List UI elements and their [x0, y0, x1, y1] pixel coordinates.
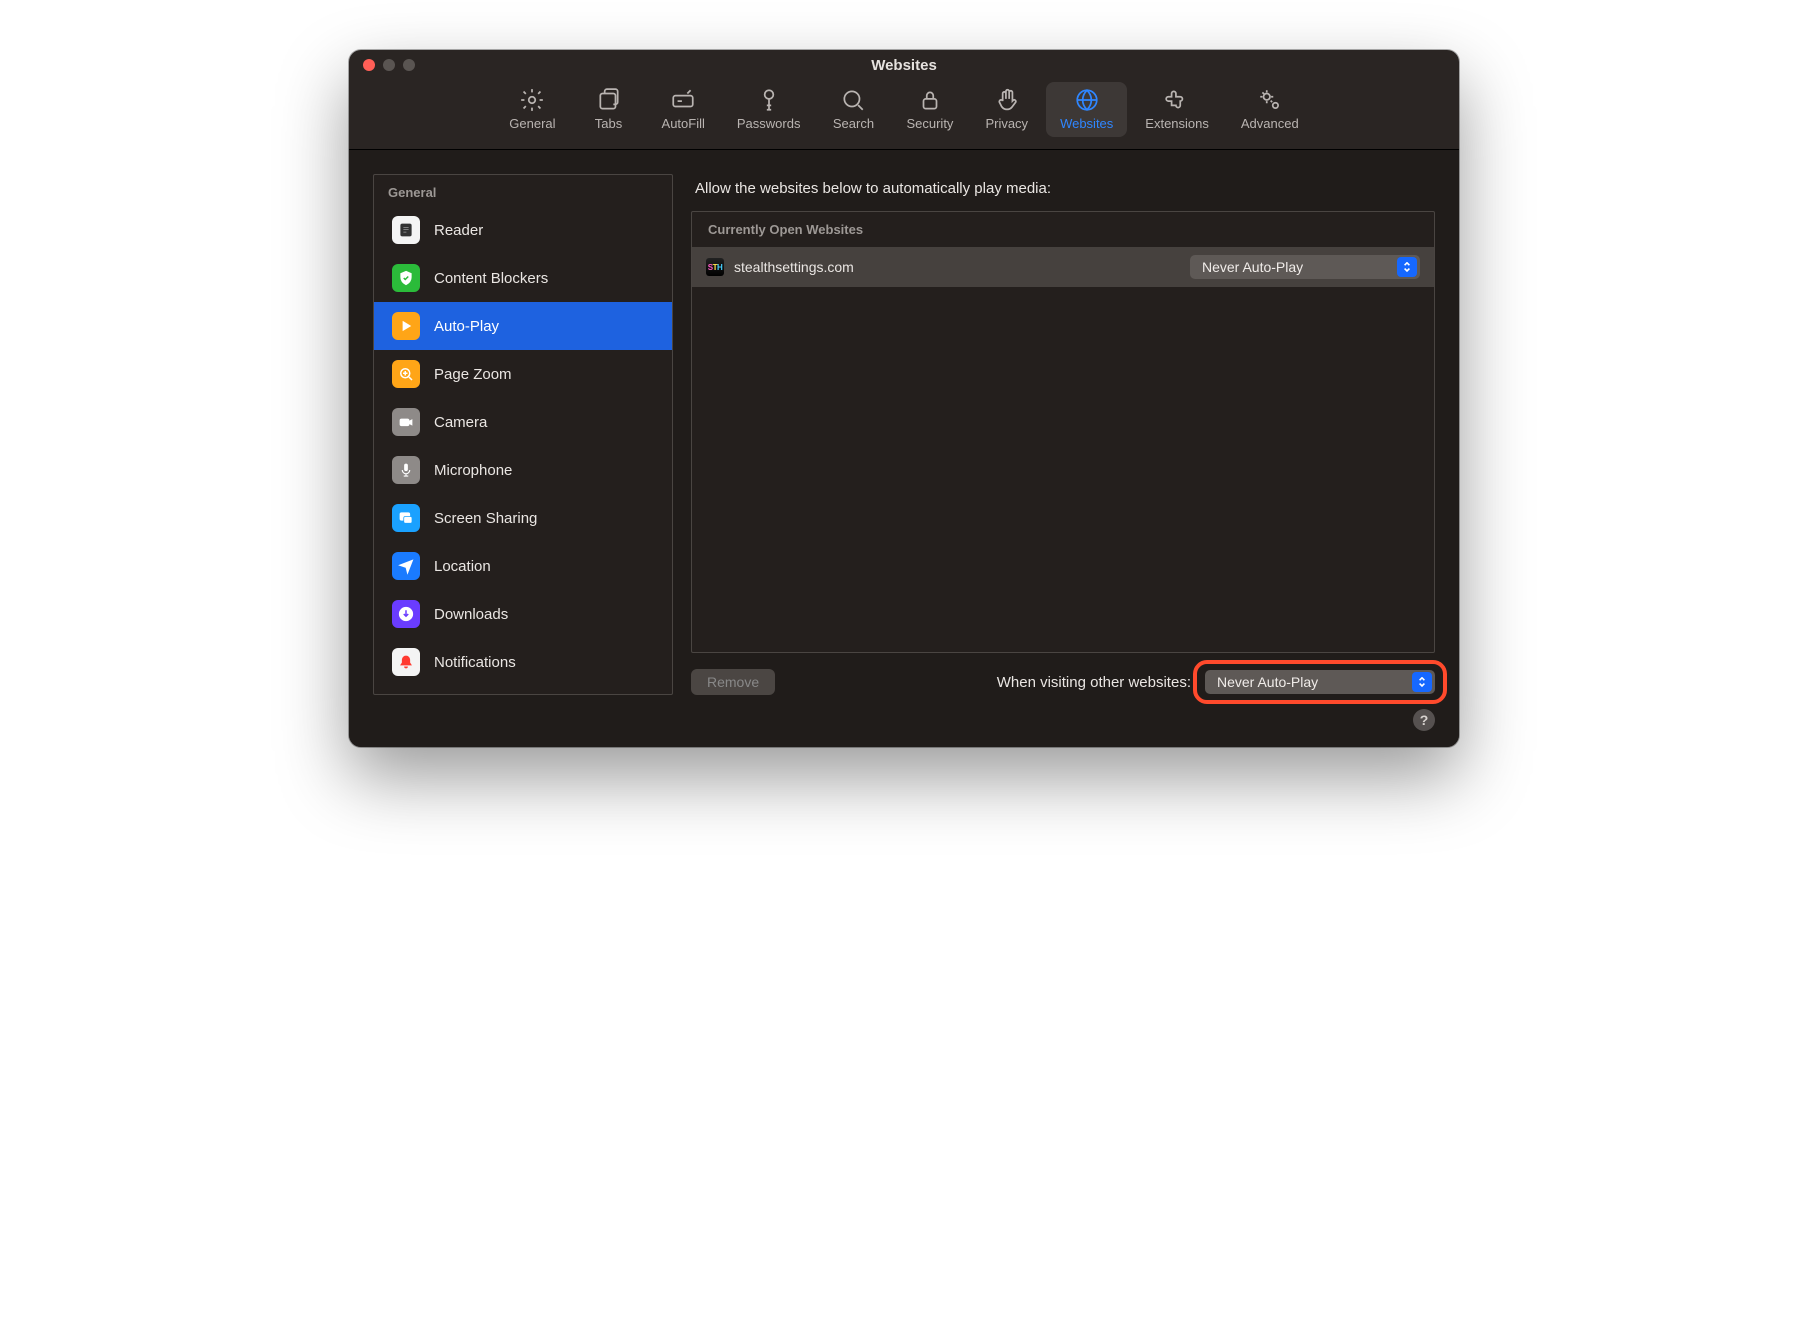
sidebar-item-label: Content Blockers	[434, 270, 548, 287]
reader-icon	[392, 216, 420, 244]
help-button[interactable]: ?	[1413, 709, 1435, 731]
sidebar-item-content-blockers[interactable]: Content Blockers	[374, 254, 672, 302]
website-row[interactable]: STH stealthsettings.com Never Auto-Play	[692, 247, 1434, 287]
preferences-window: Websites General Tabs AutoFill Passwords…	[349, 50, 1459, 747]
remove-button[interactable]: Remove	[691, 669, 775, 695]
sidebar-item-label: Microphone	[434, 462, 512, 479]
row-autoplay-select[interactable]: Never Auto-Play	[1190, 255, 1420, 279]
sidebar-section-header: General	[374, 175, 672, 206]
toolbar-tab-privacy[interactable]: Privacy	[971, 82, 1042, 137]
toolbar-tab-tabs[interactable]: Tabs	[574, 82, 644, 137]
panel-footer: Remove When visiting other websites: Nev…	[691, 653, 1435, 695]
toolbar-tab-search[interactable]: Search	[818, 82, 888, 137]
microphone-icon	[392, 456, 420, 484]
select-arrows-icon	[1397, 257, 1417, 277]
bell-icon	[392, 648, 420, 676]
default-autoplay-select[interactable]: Never Auto-Play	[1205, 670, 1435, 694]
close-window-button[interactable]	[363, 59, 375, 71]
websites-list: Currently Open Websites STH stealthsetti…	[691, 211, 1435, 653]
globe-icon	[1074, 88, 1100, 112]
sidebar-item-notifications[interactable]: Notifications	[374, 638, 672, 686]
location-icon	[392, 552, 420, 580]
help-row: ?	[349, 709, 1459, 747]
play-icon	[392, 312, 420, 340]
annotation-highlight: Never Auto-Play	[1193, 660, 1447, 704]
download-icon	[392, 600, 420, 628]
list-section-header: Currently Open Websites	[692, 212, 1434, 247]
hand-icon	[994, 88, 1020, 112]
lock-icon	[917, 88, 943, 112]
sidebar-item-label: Downloads	[434, 606, 508, 623]
sidebar-item-auto-play[interactable]: Auto-Play	[374, 302, 672, 350]
screen-sharing-icon	[392, 504, 420, 532]
main-panel: Allow the websites below to automaticall…	[691, 174, 1435, 695]
sidebar-item-label: Screen Sharing	[434, 510, 537, 527]
minimize-window-button[interactable]	[383, 59, 395, 71]
website-domain: stealthsettings.com	[734, 259, 1180, 275]
window-title: Websites	[423, 57, 1385, 74]
select-arrows-icon	[1412, 672, 1432, 692]
search-icon	[840, 88, 866, 112]
titlebar: Websites	[349, 50, 1459, 80]
settings-sidebar: General Reader Content Blockers Auto-Pla…	[373, 174, 673, 695]
tabs-icon	[596, 88, 622, 112]
toolbar-tab-websites[interactable]: Websites	[1046, 82, 1127, 137]
sidebar-item-label: Location	[434, 558, 491, 575]
gear-icon	[519, 88, 545, 112]
content-area: General Reader Content Blockers Auto-Pla…	[349, 150, 1459, 709]
site-favicon: STH	[706, 258, 724, 276]
preferences-toolbar: General Tabs AutoFill Passwords Search S…	[349, 80, 1459, 150]
zoom-window-button[interactable]	[403, 59, 415, 71]
sidebar-item-screen-sharing[interactable]: Screen Sharing	[374, 494, 672, 542]
sidebar-item-reader[interactable]: Reader	[374, 206, 672, 254]
shield-check-icon	[392, 264, 420, 292]
zoom-icon	[392, 360, 420, 388]
puzzle-icon	[1164, 88, 1190, 112]
toolbar-tab-autofill[interactable]: AutoFill	[648, 82, 719, 137]
sidebar-item-label: Reader	[434, 222, 483, 239]
toolbar-tab-passwords[interactable]: Passwords	[723, 82, 815, 137]
sidebar-item-label: Auto-Play	[434, 318, 499, 335]
panel-title: Allow the websites below to automaticall…	[695, 180, 1435, 197]
gears-icon	[1257, 88, 1283, 112]
sidebar-item-label: Notifications	[434, 654, 516, 671]
sidebar-item-microphone[interactable]: Microphone	[374, 446, 672, 494]
sidebar-item-label: Camera	[434, 414, 487, 431]
sidebar-item-page-zoom[interactable]: Page Zoom	[374, 350, 672, 398]
toolbar-tab-extensions[interactable]: Extensions	[1131, 82, 1223, 137]
sidebar-item-downloads[interactable]: Downloads	[374, 590, 672, 638]
default-setting-label: When visiting other websites:	[997, 674, 1191, 691]
sidebar-item-label: Page Zoom	[434, 366, 512, 383]
autofill-icon	[670, 88, 696, 112]
camera-icon	[392, 408, 420, 436]
toolbar-tab-advanced[interactable]: Advanced	[1227, 82, 1313, 137]
sidebar-item-camera[interactable]: Camera	[374, 398, 672, 446]
key-icon	[756, 88, 782, 112]
toolbar-tab-general[interactable]: General	[495, 82, 569, 137]
toolbar-tab-security[interactable]: Security	[892, 82, 967, 137]
window-controls	[363, 59, 415, 71]
sidebar-item-location[interactable]: Location	[374, 542, 672, 590]
